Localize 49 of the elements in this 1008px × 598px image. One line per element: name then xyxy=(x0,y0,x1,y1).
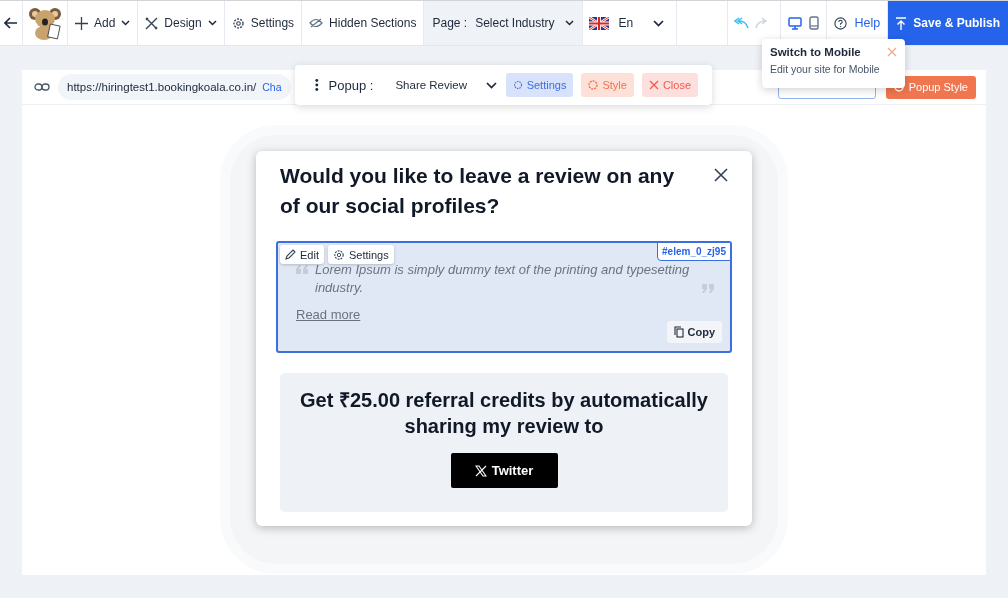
mobile-icon[interactable] xyxy=(808,16,819,30)
chevron-down-icon xyxy=(485,81,497,89)
url-field[interactable]: https://hiringtest1.bookingkoala.co.in/ Cha xyxy=(58,74,291,100)
eye-slash-icon xyxy=(309,18,324,28)
close-icon[interactable] xyxy=(714,168,728,182)
desktop-icon[interactable] xyxy=(787,16,802,30)
popup-settings-button[interactable]: Settings xyxy=(505,73,574,97)
open-quote-icon xyxy=(296,265,309,274)
page-url: https://hiringtest1.bookingkoala.co.in/ xyxy=(67,81,257,93)
flag-icon xyxy=(588,16,609,30)
popup-title: Would you like to leave a review on any of our social profiles? xyxy=(280,163,676,219)
menu-button[interactable]: Settings xyxy=(224,1,303,45)
tooltip-text: Edit your site for Mobile xyxy=(770,63,881,75)
review-element[interactable]: Edit Settings #elem_0_zj95 Lorem Ipsum is simply dummy text of the printing and typesetting industry. Read more Copy xyxy=(276,241,732,353)
more-icon[interactable] xyxy=(315,78,319,92)
referral-text: Get ₹25.00 referral credits by automatically sharing my review to xyxy=(299,388,709,439)
link-icon xyxy=(34,83,50,91)
help-icon xyxy=(833,16,847,30)
chevron-down-icon xyxy=(564,20,574,26)
save-publish-button[interactable]: Save & Publish xyxy=(888,1,1008,45)
copy-icon xyxy=(673,326,684,338)
upload-icon xyxy=(896,16,907,30)
settings-button[interactable]: Settings xyxy=(327,245,394,264)
x-logo-icon xyxy=(474,464,487,477)
popup-select[interactable]: Share Review xyxy=(395,79,497,91)
change-link[interactable]: Cha xyxy=(262,81,282,93)
tools-icon xyxy=(145,16,159,30)
popup-label: Popup : xyxy=(328,77,374,93)
close-icon xyxy=(648,80,659,90)
twitter-button[interactable]: Twitter xyxy=(450,453,558,488)
page-select[interactable]: Page : Select Industry xyxy=(424,1,583,45)
plus-icon xyxy=(75,16,88,30)
menu-button[interactable]: Design xyxy=(138,1,225,45)
chevron-down-icon xyxy=(653,19,665,27)
close-quote-icon xyxy=(701,284,714,293)
copy-button[interactable]: Copy xyxy=(666,321,722,343)
menu-button[interactable]: Add xyxy=(68,1,139,45)
review-quote: Lorem Ipsum is simply dummy text of the printing and typesetting industry. xyxy=(315,261,691,297)
edit-button[interactable]: Edit xyxy=(280,245,324,264)
element-id-tag: #elem_0_zj95 xyxy=(657,242,731,261)
language-select[interactable]: En xyxy=(582,1,678,45)
koala-logo-drawing[interactable] xyxy=(28,5,62,41)
back-icon[interactable] xyxy=(4,17,18,29)
settings-icon xyxy=(231,16,245,30)
settings-icon xyxy=(332,248,345,261)
pencil-icon xyxy=(285,249,296,260)
read-more-link[interactable]: Read more xyxy=(296,307,361,322)
settings-icon xyxy=(512,80,523,90)
tooltip-title: Switch to Mobile xyxy=(770,46,861,58)
